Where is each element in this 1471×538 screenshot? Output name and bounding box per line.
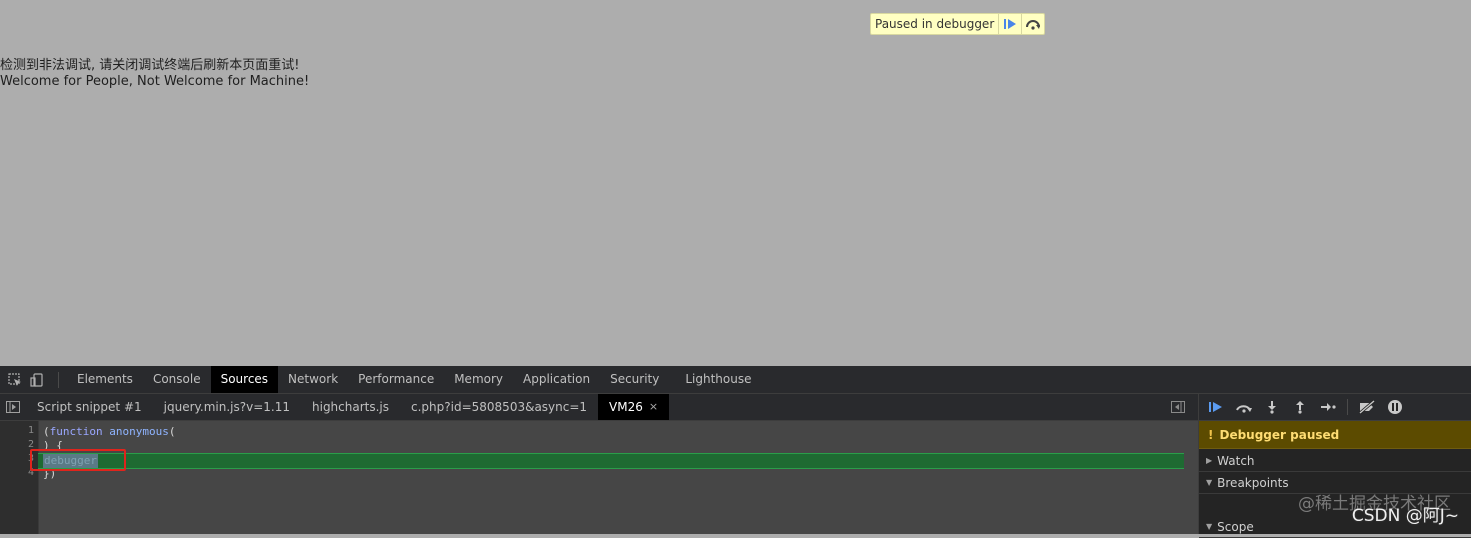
inspect-element-icon[interactable] [4,366,26,393]
step-icon [1321,403,1336,411]
sidebar-toggle-icon [1171,401,1185,413]
section-watch[interactable]: ▶ Watch [1199,450,1471,472]
device-toolbar-icon[interactable] [26,366,48,393]
resume-icon [1004,19,1017,29]
code-function-name: anonymous [109,425,169,438]
warning-message: 检测到非法调试, 请关闭调试终端后刷新本页面重试! [0,58,300,73]
step-over-button[interactable] [1235,398,1253,416]
toolbar-divider [1347,399,1348,415]
tab-application[interactable]: Application [513,366,600,393]
tab-security[interactable]: Security [600,366,669,393]
expanded-triangle-icon: ▼ [1206,522,1213,531]
deactivate-breakpoints-button[interactable] [1358,398,1376,416]
paused-banner-label: Debugger paused [1219,427,1340,442]
step-into-icon [1268,401,1276,414]
step-over-icon [1236,405,1252,413]
file-tab-script-snippet[interactable]: Script snippet #1 [26,394,153,420]
resume-button[interactable] [1207,398,1225,416]
navigator-toggle-icon [6,401,20,413]
code-keyword: function [49,425,103,438]
overlay-resume-button[interactable] [998,14,1021,34]
tab-memory[interactable]: Memory [444,366,513,393]
inspected-page: 检测到非法调试, 请关闭调试终端后刷新本页面重试! Welcome for Pe… [0,0,1471,366]
line-number-gutter: 1 2 3 4 [0,421,39,534]
paused-in-debugger-overlay: Paused in debugger [870,13,1046,35]
overlay-step-over-button[interactable] [1021,14,1044,34]
code-paren: ( [43,425,50,438]
toolbar-divider [58,371,59,388]
devtools-panel: Elements Console Sources Network Perform… [0,366,1471,538]
paused-message: Paused in debugger [875,17,995,31]
welcome-message: Welcome for People, Not Welcome for Mach… [0,74,310,89]
file-tab-vm26[interactable]: VM26 × [598,394,670,420]
tab-sources[interactable]: Sources [210,366,279,393]
debugger-paused-banner: ! Debugger paused [1199,421,1471,449]
step-out-icon [1296,401,1304,414]
warning-icon: ! [1208,427,1214,442]
file-tab-vm26-label: VM26 [609,400,643,414]
step-button[interactable] [1319,398,1337,416]
code-paren: ( [168,425,176,438]
pause-on-exceptions-icon [1388,400,1402,414]
section-label: Breakpoints [1217,475,1289,490]
resume-icon [1209,402,1222,412]
line-number[interactable]: 1 [28,425,34,436]
code-editor[interactable]: 1 2 3 4 (function anonymous( ) { debugge… [0,421,1198,534]
deactivate-breakpoints-icon [1359,400,1375,414]
sources-file-tabbar: Script snippet #1 jquery.min.js?v=1.11 h… [0,394,1198,421]
step-out-button[interactable] [1291,398,1309,416]
file-tab-highcharts[interactable]: highcharts.js [301,394,400,420]
debugger-toolbar [1199,394,1471,421]
toggle-debugger-sidebar-button[interactable] [1170,399,1186,415]
toggle-navigator-button[interactable] [0,394,26,420]
tab-elements[interactable]: Elements [67,366,143,393]
section-label: Scope [1217,519,1254,534]
highlight-annotation-box [30,449,126,471]
csdn-watermark: CSDN @阿J~ [1351,506,1459,526]
code-line-1: (function anonymous( [43,425,175,439]
step-over-icon [1026,20,1041,30]
tab-console[interactable]: Console [143,366,211,393]
tab-performance[interactable]: Performance [348,366,444,393]
pause-on-exceptions-button[interactable] [1386,398,1404,416]
file-tab-c-php[interactable]: c.php?id=5808503&async=1 [400,394,598,420]
section-label: Watch [1217,453,1255,468]
step-into-button[interactable] [1263,398,1281,416]
tab-network[interactable]: Network [278,366,348,393]
close-tab-icon[interactable]: × [649,394,658,420]
devtools-main-tabbar: Elements Console Sources Network Perform… [0,366,1471,394]
tab-lighthouse[interactable]: Lighthouse [675,366,761,393]
expanded-triangle-icon: ▼ [1206,478,1213,487]
paused-execution-line [38,453,1184,469]
collapsed-triangle-icon: ▶ [1206,456,1213,465]
file-tab-jquery[interactable]: jquery.min.js?v=1.11 [153,394,301,420]
